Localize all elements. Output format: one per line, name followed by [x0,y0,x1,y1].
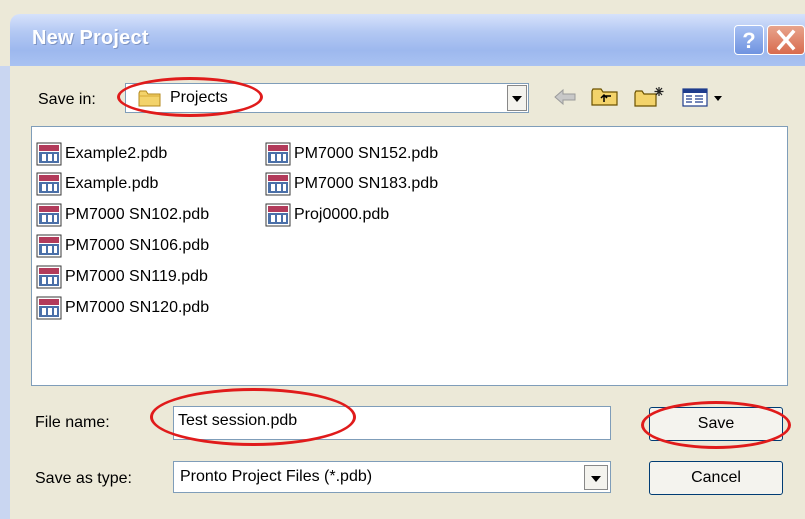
file-name: PM7000 SN152.pdb [294,145,439,162]
pdb-file-icon [36,234,62,258]
close-button[interactable] [767,25,805,55]
file-item[interactable]: PM7000 SN106.pdb [36,233,209,259]
pdb-file-icon [36,265,62,289]
pdb-file-icon [36,296,62,320]
file-name-field[interactable] [173,406,611,440]
file-name: PM7000 SN120.pdb [65,299,210,316]
save-as-type-label: Save as type: [35,470,132,487]
pdb-file-icon [36,142,62,166]
file-item[interactable]: PM7000 SN152.pdb [265,141,438,167]
save-in-dropdown-arrow[interactable] [507,85,527,111]
title-bar[interactable]: New Project ? [10,14,805,66]
cancel-button[interactable]: Cancel [649,461,783,495]
window-left-border [0,66,10,519]
pdb-file-icon [36,172,62,196]
file-name: PM7000 SN106.pdb [65,237,210,254]
file-item[interactable]: Proj0000.pdb [265,202,389,228]
svg-text:?: ? [742,28,755,53]
window-title: New Project [32,27,149,49]
file-name-label: File name: [35,414,110,431]
folder-icon [138,90,161,107]
file-name: PM7000 SN102.pdb [65,206,210,223]
file-item[interactable]: Example2.pdb [36,141,167,167]
pdb-file-icon [36,203,62,227]
new-project-dialog: New Project ? Save in: Projects Example2… [0,0,805,519]
file-item[interactable]: PM7000 SN183.pdb [265,171,438,197]
file-item[interactable]: Example.pdb [36,171,158,197]
close-icon [776,29,796,51]
file-name: PM7000 SN119.pdb [65,268,208,285]
file-item[interactable]: PM7000 SN102.pdb [36,202,209,228]
save-as-type-value: Pronto Project Files (*.pdb) [180,468,373,485]
save-in-label: Save in: [38,91,96,108]
file-name-input[interactable] [178,412,598,430]
file-item[interactable]: PM7000 SN120.pdb [36,295,209,321]
save-button[interactable]: Save [649,407,783,441]
save-as-type-combobox[interactable]: Pronto Project Files (*.pdb) [173,461,611,493]
file-item[interactable]: PM7000 SN119.pdb [36,264,208,290]
file-name: Example2.pdb [65,145,168,162]
save-in-value: Projects [170,89,228,106]
up-folder-icon[interactable] [589,86,621,108]
help-button[interactable]: ? [734,25,764,55]
save-in-combobox[interactable]: Projects [125,83,529,113]
file-name: PM7000 SN183.pdb [294,175,439,192]
back-arrow-icon[interactable] [552,86,578,108]
view-menu-icon[interactable] [681,86,725,108]
help-icon: ? [742,28,755,53]
save-as-type-dropdown-arrow[interactable] [584,465,608,490]
pdb-file-icon [265,142,291,166]
pdb-file-icon [265,203,291,227]
new-folder-icon[interactable] [632,86,666,108]
file-name: Proj0000.pdb [294,206,390,223]
pdb-file-icon [265,172,291,196]
file-name: Example.pdb [65,175,159,192]
file-list[interactable]: Example2.pdb Example.pdb PM7000 SN102.pd… [31,126,788,386]
